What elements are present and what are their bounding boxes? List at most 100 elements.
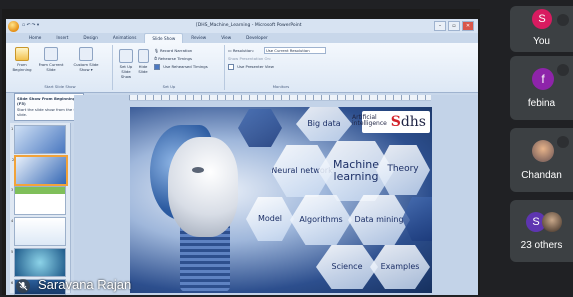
- tab-design[interactable]: Design: [76, 33, 104, 43]
- presenter-label: Saravana Rajan: [0, 272, 200, 297]
- participant-name: 23 others: [520, 240, 563, 251]
- tab-view[interactable]: View: [214, 33, 238, 43]
- setup-label: Set Up Slide Show: [119, 64, 133, 79]
- slide-number: 4: [11, 219, 14, 223]
- slide-thumbnail[interactable]: 4: [11, 217, 66, 246]
- meeting-window: ▫ ↶ ↷ ▾ [DHS_Machine_Learning - Microsof…: [0, 0, 573, 297]
- slide-thumbnails-pane[interactable]: 1 2 3 4 5 6: [10, 123, 71, 295]
- resolution-label: ▭ Resolution:: [228, 48, 254, 53]
- office-button[interactable]: [8, 21, 19, 32]
- screen-share-stage: ▫ ↶ ↷ ▾ [DHS_Machine_Learning - Microsof…: [2, 9, 480, 295]
- hex-label: Examples: [380, 261, 420, 271]
- use-rehearsed-label: Use Rehearsed Timings: [163, 64, 208, 69]
- start-slide-show-group: From Beginning From Current Slide Custom…: [8, 45, 113, 90]
- monitors-group: ▭ Resolution: Use Current Resolution Sho…: [226, 45, 336, 90]
- hex-big-data: Big data: [296, 107, 352, 141]
- participant-tile-chandan[interactable]: Chandan: [510, 128, 573, 192]
- show-presentation-on-label: Show Presentation On:: [228, 56, 272, 61]
- hex-label: Big data: [307, 118, 341, 128]
- ribbon-tabs: Home Insert Design Animations Slide Show…: [22, 33, 275, 43]
- slide-number: 1: [11, 127, 14, 131]
- slide-number: 5: [11, 250, 14, 254]
- avatar: S: [532, 9, 552, 29]
- from-beginning-label: From Beginning: [12, 62, 32, 72]
- rehearse-timings-button[interactable]: ⏱ Rehearse Timings: [154, 56, 192, 61]
- resolution-value: Use Current Resolution: [266, 48, 310, 53]
- presenter-name: Saravana Rajan: [38, 277, 132, 292]
- participant-tile-febina[interactable]: f febina: [510, 56, 573, 120]
- record-narration-button[interactable]: 🎙 Record Narration: [154, 48, 192, 53]
- participant-name: You: [533, 36, 550, 47]
- title-bar: ▫ ↶ ↷ ▾ [DHS_Machine_Learning - Microsof…: [6, 19, 478, 33]
- use-rehearsed-timings-checkbox[interactable]: Use Rehearsed Timings: [154, 64, 208, 70]
- tooltip-title: Slide Show From Beginning (F5): [17, 96, 76, 106]
- set-up-group-label: Set Up: [162, 84, 176, 89]
- participant-tile-you[interactable]: S You: [510, 6, 573, 52]
- custom-show-label: Custom Slide Show ▾: [73, 62, 99, 72]
- monitors-group-label: Monitors: [272, 84, 290, 89]
- hex-decoration: [238, 109, 282, 147]
- slide-thumbnail-selected[interactable]: 2: [12, 155, 68, 186]
- ribbon: From Beginning From Current Slide Custom…: [6, 43, 478, 93]
- custom-show-icon: [79, 47, 93, 61]
- tab-developer[interactable]: Developer: [239, 33, 275, 43]
- close-button[interactable]: ✕: [462, 21, 474, 31]
- clock-icon: ⏱: [154, 56, 157, 61]
- slide-number: 2: [12, 158, 15, 162]
- avatar: f: [532, 68, 554, 90]
- dhs-logo-text: dhs: [400, 114, 426, 130]
- current-slide-icon: [44, 47, 58, 61]
- checkbox-icon: [228, 64, 234, 70]
- monitor-icon: ▭: [228, 48, 232, 53]
- participant-tile-others[interactable]: S 23 others: [510, 200, 573, 262]
- checkbox-icon: [154, 64, 160, 70]
- hex-theory: Theory: [376, 145, 430, 195]
- maximize-button[interactable]: ▫: [448, 21, 460, 31]
- robot-eye-image: [192, 167, 204, 173]
- robot-face-image: [168, 137, 238, 237]
- current-slide[interactable]: Big data Neural network Machine learning…: [130, 107, 432, 293]
- tab-home[interactable]: Home: [22, 33, 48, 43]
- slide-thumbnail[interactable]: 1: [11, 125, 66, 154]
- from-beginning-button[interactable]: From Beginning: [10, 47, 34, 72]
- use-presenter-view-checkbox[interactable]: Use Presenter View: [228, 64, 274, 70]
- slide-number: 3: [11, 188, 14, 192]
- tab-insert[interactable]: Insert: [49, 33, 75, 43]
- hide-slide-label: Hide Slide: [138, 64, 148, 74]
- rehearse-timings-label: Rehearse Timings: [158, 56, 192, 61]
- resolution-select[interactable]: Use Current Resolution: [264, 47, 326, 54]
- tab-slide-show[interactable]: Slide Show: [144, 33, 184, 43]
- tab-review[interactable]: Review: [184, 33, 213, 43]
- dhs-logo-mark: S: [390, 114, 401, 130]
- hex-label: Theory: [387, 164, 419, 175]
- participant-name: febina: [527, 98, 556, 109]
- mic-off-icon: [16, 279, 30, 293]
- mic-off-icon: [557, 64, 569, 76]
- hex-algorithms: Algorithms: [290, 195, 352, 245]
- resolution-text: Resolution:: [232, 48, 254, 53]
- hex-label: Science: [331, 261, 363, 271]
- hide-slide-icon: [137, 49, 149, 63]
- record-narration-label: Record Narration: [160, 48, 193, 53]
- slide-thumbnail[interactable]: 3: [11, 186, 66, 215]
- slideshow-play-icon: [15, 47, 29, 61]
- participant-name: Chandan: [521, 170, 562, 181]
- from-current-slide-button[interactable]: From Current Slide: [36, 47, 66, 72]
- artificial-intelligence-label: Artificial intelligence: [352, 114, 387, 128]
- start-group-label: Start Slide Show: [44, 84, 76, 89]
- tooltip-body: Start the slide show from the first slid…: [17, 107, 81, 117]
- set-up-slide-show-button[interactable]: Set Up Slide Show: [116, 49, 136, 79]
- hide-slide-button[interactable]: Hide Slide: [136, 49, 150, 74]
- horizontal-ruler: [129, 95, 431, 101]
- quick-access-toolbar[interactable]: ▫ ↶ ↷ ▾: [22, 23, 39, 28]
- mic-off-icon: [557, 136, 569, 148]
- minimize-button[interactable]: –: [434, 21, 446, 31]
- hex-label: Model: [257, 213, 283, 223]
- tab-animations[interactable]: Animations: [106, 33, 144, 43]
- hex-decoration: [402, 197, 432, 241]
- window-title: [DHS_Machine_Learning - Microsoft PowerP…: [196, 23, 302, 28]
- hex-label: Algorithms: [299, 214, 343, 224]
- custom-slide-show-button[interactable]: Custom Slide Show ▾: [68, 47, 104, 72]
- avatar-photo: [542, 212, 562, 232]
- hex-model: Model: [246, 197, 294, 241]
